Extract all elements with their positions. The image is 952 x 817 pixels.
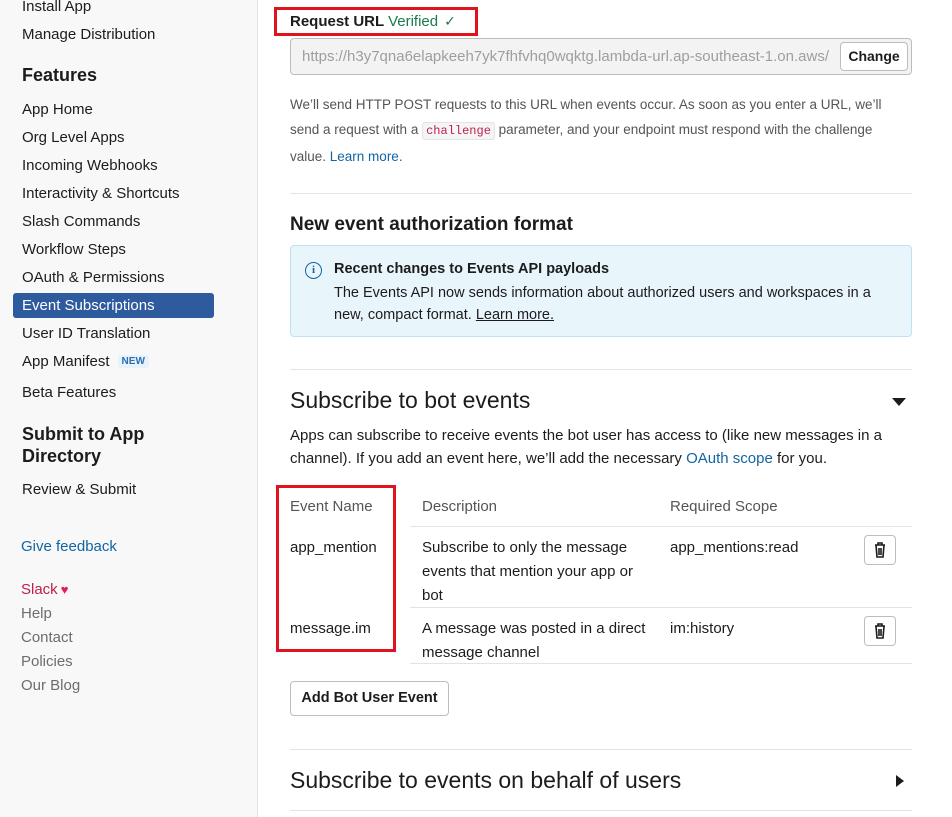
- sidebar: Install App Manage Distribution Features…: [0, 0, 258, 817]
- auth-format-title: New event authorization format: [290, 214, 573, 235]
- request-url-input[interactable]: https://h3y7qna6elapkeeh7yk7fhfvhq0wqktg…: [290, 38, 912, 75]
- sidebar-item-interactivity[interactable]: Interactivity & Shortcuts: [22, 185, 180, 202]
- sidebar-item-incoming-webhooks[interactable]: Incoming Webhooks: [22, 157, 158, 174]
- learn-more-link[interactable]: Learn more.: [330, 149, 403, 164]
- sidebar-item-app-home[interactable]: App Home: [22, 101, 93, 118]
- request-url-help: We’ll send HTTP POST requests to this UR…: [290, 92, 900, 169]
- challenge-code: challenge: [422, 122, 495, 140]
- sidebar-item-app-manifest[interactable]: App Manifest NEW: [22, 353, 149, 370]
- sidebar-item-event-subscriptions[interactable]: Event Subscriptions: [13, 293, 214, 318]
- footer-link-policies[interactable]: Policies: [21, 653, 73, 670]
- divider: [290, 810, 912, 811]
- info-body-text: The Events API now sends information abo…: [334, 285, 871, 323]
- request-url-title: Request URL: [290, 13, 384, 30]
- footer-link-help[interactable]: Help: [21, 605, 52, 622]
- check-icon: ✓: [444, 13, 456, 29]
- divider: [290, 749, 912, 750]
- caret-down-icon[interactable]: [892, 398, 906, 406]
- footer-link-blog[interactable]: Our Blog: [21, 677, 80, 694]
- sidebar-heading-features: Features: [22, 65, 98, 85]
- give-feedback-link[interactable]: Give feedback: [21, 538, 117, 555]
- caret-right-icon[interactable]: [896, 775, 904, 787]
- sidebar-item-org-level-apps[interactable]: Org Level Apps: [22, 129, 125, 146]
- table-divider: [410, 663, 912, 664]
- column-header-required-scope: Required Scope: [670, 498, 778, 515]
- bot-events-description: Apps can subscribe to receive events the…: [290, 424, 910, 470]
- event-scope: im:history: [670, 620, 735, 637]
- info-banner: i Recent changes to Events API payloads …: [290, 245, 912, 337]
- slack-link[interactable]: Slack ♥: [21, 581, 68, 598]
- table-divider: [410, 526, 912, 527]
- bot-events-title[interactable]: Subscribe to bot events: [290, 387, 530, 414]
- sidebar-item-install-app[interactable]: Install App: [22, 0, 91, 15]
- desc-part2: for you.: [772, 450, 828, 467]
- trash-icon[interactable]: [864, 616, 896, 646]
- heart-icon: ♥: [60, 582, 69, 597]
- app-manifest-label: App Manifest: [22, 353, 110, 370]
- oauth-scope-link[interactable]: OAuth scope: [686, 450, 773, 467]
- highlight-event-names: [276, 485, 396, 652]
- info-banner-title: Recent changes to Events API payloads: [334, 261, 610, 277]
- request-url-label: Request URL Verified ✓: [290, 13, 456, 30]
- change-url-button[interactable]: Change: [840, 42, 908, 71]
- event-description: A message was posted in a direct message…: [422, 620, 646, 661]
- new-badge: NEW: [117, 355, 149, 368]
- table-divider: [410, 607, 912, 608]
- sidebar-item-manage-distribution[interactable]: Manage Distribution: [22, 26, 155, 43]
- sidebar-item-oauth-permissions[interactable]: OAuth & Permissions: [22, 269, 165, 286]
- sidebar-item-workflow-steps[interactable]: Workflow Steps: [22, 241, 126, 258]
- trash-icon[interactable]: [864, 535, 896, 565]
- column-header-description: Description: [422, 498, 498, 515]
- sidebar-item-user-id-translation[interactable]: User ID Translation: [22, 325, 150, 342]
- sidebar-item-review-submit[interactable]: Review & Submit: [22, 481, 136, 498]
- verified-status: Verified: [388, 13, 439, 30]
- user-events-title[interactable]: Subscribe to events on behalf of users: [290, 767, 681, 794]
- sidebar-heading-submit: Submit to App Directory: [22, 424, 145, 466]
- event-description: Subscribe to only the message events tha…: [422, 539, 633, 604]
- request-url-value: https://h3y7qna6elapkeeh7yk7fhfvhq0wqktg…: [302, 48, 829, 65]
- info-learn-more-link[interactable]: Learn more.: [476, 307, 554, 323]
- sidebar-item-slash-commands[interactable]: Slash Commands: [22, 213, 140, 230]
- slack-label: Slack: [21, 581, 58, 598]
- sidebar-item-beta-features[interactable]: Beta Features: [22, 384, 116, 401]
- divider: [290, 193, 912, 194]
- info-banner-body: The Events API now sends information abo…: [334, 282, 894, 326]
- divider: [290, 369, 912, 370]
- add-bot-user-event-button[interactable]: Add Bot User Event: [290, 681, 449, 716]
- footer-link-contact[interactable]: Contact: [21, 629, 73, 646]
- info-icon: i: [305, 262, 322, 279]
- event-scope: app_mentions:read: [670, 539, 799, 556]
